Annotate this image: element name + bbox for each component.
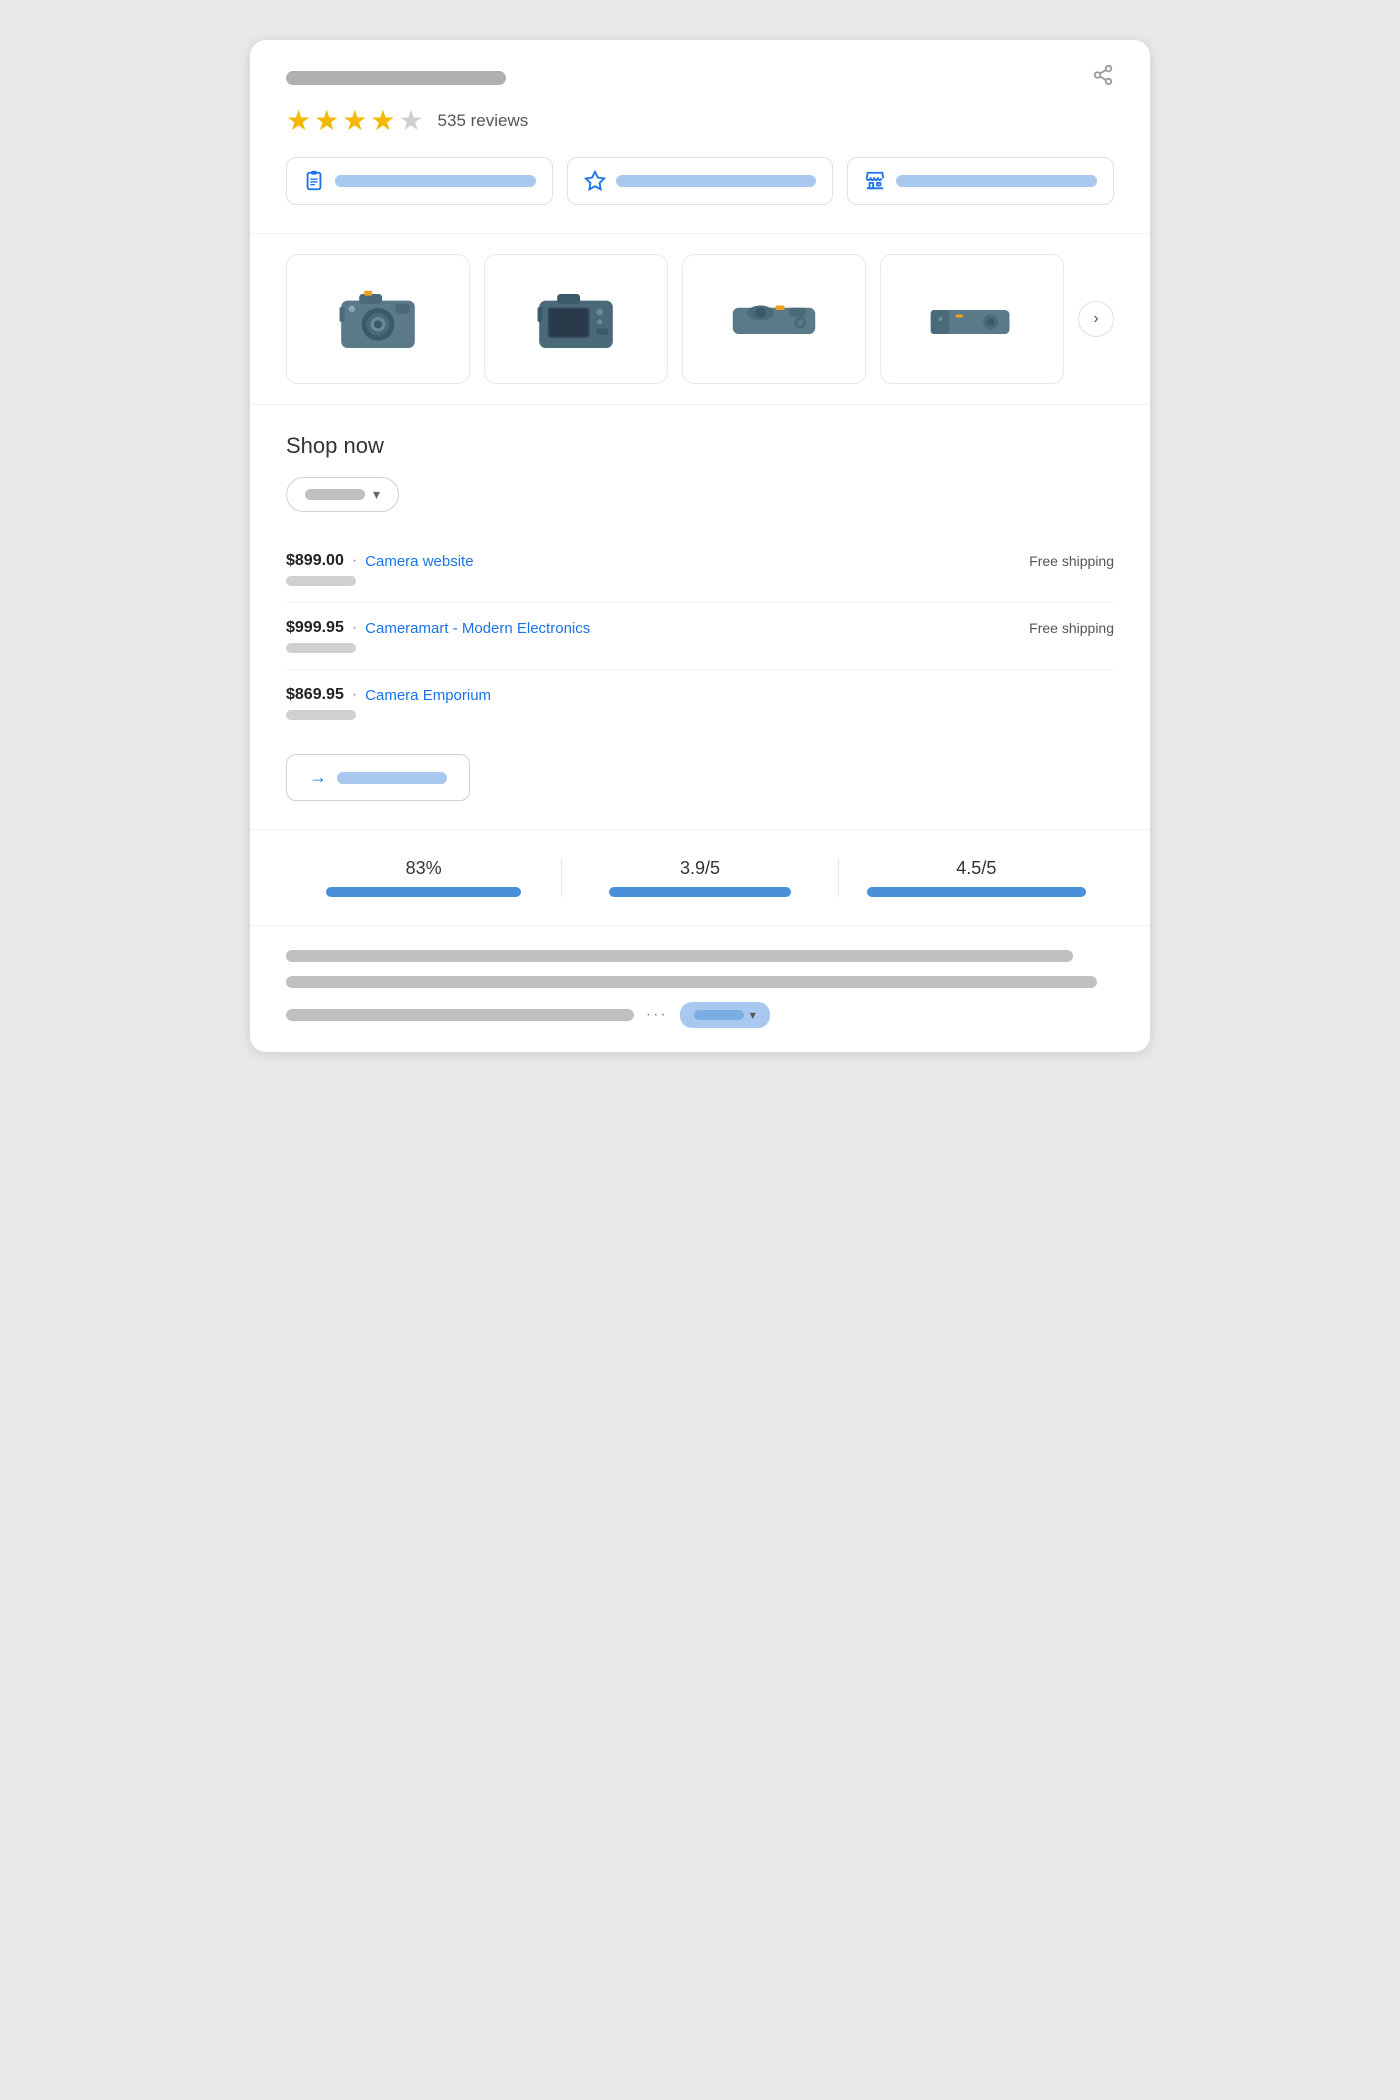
share-icon[interactable] <box>1092 64 1114 92</box>
price-1: $899.00 <box>286 552 344 570</box>
arrow-right-icon: → <box>309 767 327 788</box>
text-line-1 <box>286 950 1073 962</box>
stat-1: 83% <box>286 858 562 897</box>
star-3: ★ <box>342 104 367 137</box>
shop-title: Shop now <box>286 433 1114 459</box>
camera-back-svg <box>531 284 621 354</box>
stat-bar-2 <box>609 887 791 897</box>
listing-2: $999.95 · Cameramart - Modern Electronic… <box>286 602 1114 669</box>
camera-image-2[interactable] <box>484 254 668 384</box>
camera-image-1[interactable] <box>286 254 470 384</box>
star-4: ★ <box>370 104 395 137</box>
camera-image-4[interactable] <box>880 254 1064 384</box>
store-label <box>896 175 1097 187</box>
stat-value-3: 4.5/5 <box>855 858 1098 879</box>
shipping-2: Free shipping <box>1029 620 1114 636</box>
star-5: ★ <box>398 104 423 137</box>
star-icon <box>584 170 606 192</box>
clipboard-icon <box>303 170 325 192</box>
store-icon <box>864 170 886 192</box>
chevron-down-icon: ▾ <box>373 486 380 503</box>
details-label <box>335 175 536 187</box>
product-title-bar <box>286 71 506 85</box>
review-count: 535 reviews <box>438 111 529 131</box>
stat-bar-1 <box>326 887 521 897</box>
price-3: $869.95 <box>286 686 344 704</box>
bottom-section: ··· ▾ <box>250 926 1150 1052</box>
save-label <box>616 175 817 187</box>
price-2: $999.95 <box>286 619 344 637</box>
details-button[interactable] <box>286 157 553 205</box>
stat-2: 3.9/5 <box>562 858 838 897</box>
rating-row: ★ ★ ★ ★ ★ 535 reviews <box>250 104 1150 157</box>
camera-image-3[interactable] <box>682 254 866 384</box>
seller-link-3[interactable]: Camera Emporium <box>365 687 491 704</box>
bottom-footer: ··· ▾ <box>286 1002 1114 1028</box>
listing-sub-2 <box>286 643 356 653</box>
expand-text <box>694 1010 744 1020</box>
save-button[interactable] <box>567 157 834 205</box>
expand-pill[interactable]: ▾ <box>680 1002 770 1028</box>
store-button[interactable] <box>847 157 1114 205</box>
listing-1: $899.00 · Camera website Free shipping <box>286 536 1114 602</box>
star-1: ★ <box>286 104 311 137</box>
camera-images-section: › <box>250 233 1150 405</box>
listing-3: $869.95 · Camera Emporium <box>286 669 1114 736</box>
seller-link-2[interactable]: Cameramart - Modern Electronics <box>365 620 590 637</box>
star-2: ★ <box>314 104 339 137</box>
expand-chevron-icon: ▾ <box>750 1008 756 1022</box>
stats-section: 83% 3.9/5 4.5/5 <box>250 829 1150 926</box>
stat-3: 4.5/5 <box>839 858 1114 897</box>
filter-button[interactable]: ▾ <box>286 477 399 512</box>
see-more-label <box>337 772 447 784</box>
stat-bar-3 <box>867 887 1086 897</box>
text-line-2 <box>286 976 1097 988</box>
see-more-button[interactable]: → <box>286 754 470 801</box>
listings-container: $899.00 · Camera website Free shipping $… <box>286 536 1114 736</box>
stat-value-1: 83% <box>302 858 545 879</box>
camera-top-svg <box>729 284 819 354</box>
next-image-button[interactable]: › <box>1078 301 1114 337</box>
camera-side-svg <box>927 284 1017 354</box>
shop-section: Shop now ▾ $899.00 · Camera website Free… <box>250 405 1150 829</box>
ellipsis-icon: ··· <box>646 1006 668 1024</box>
filter-label <box>305 489 365 500</box>
camera-front-svg <box>333 284 423 354</box>
text-line-3 <box>286 1009 634 1021</box>
listing-sub-1 <box>286 576 356 586</box>
stat-value-2: 3.9/5 <box>578 858 821 879</box>
action-buttons <box>250 157 1150 233</box>
shipping-1: Free shipping <box>1029 553 1114 569</box>
star-rating: ★ ★ ★ ★ ★ <box>286 104 424 137</box>
seller-link-1[interactable]: Camera website <box>365 553 473 570</box>
listing-sub-3 <box>286 710 356 720</box>
